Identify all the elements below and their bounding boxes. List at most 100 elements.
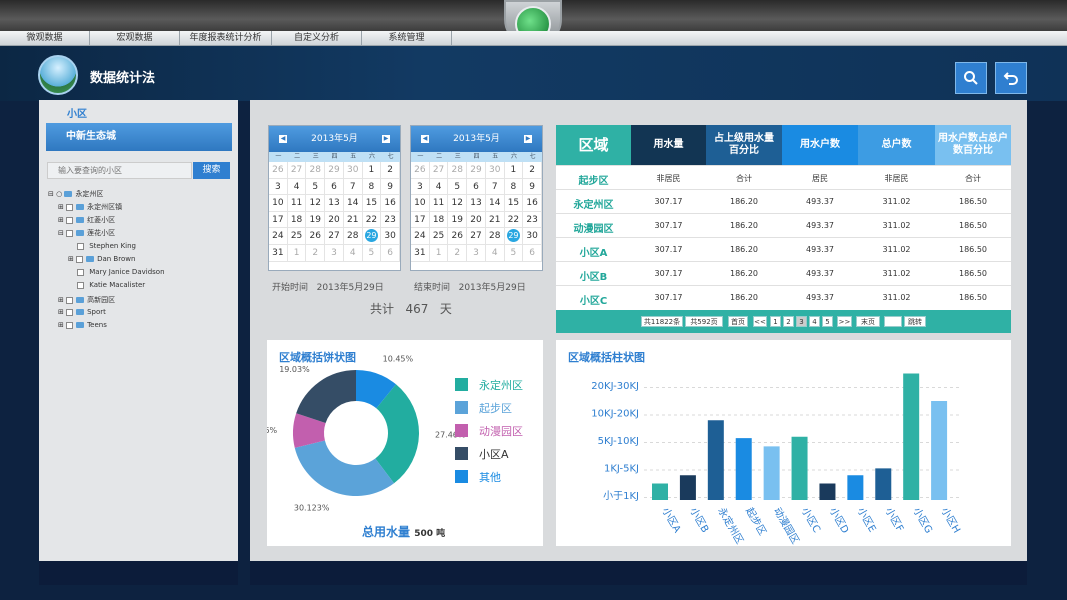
calendar-day[interactable]: 3 [411, 178, 430, 196]
calendar-day[interactable]: 14 [343, 195, 363, 212]
bar-0[interactable] [652, 483, 668, 501]
calendar-day[interactable]: 5 [448, 178, 468, 196]
start-date-calendar[interactable]: ◀ 2013年5月 ▶ 一二三四五六七 26 27 28 29 30 1 2 3 4 5 6 7 8 9 1… [268, 125, 401, 271]
prev-month-button[interactable]: ◀ [421, 135, 429, 143]
calendar-day[interactable]: 9 [523, 178, 542, 196]
calendar-day[interactable]: 25 [429, 228, 449, 245]
calendar-day[interactable]: 30 [381, 228, 400, 245]
calendar-day[interactable]: 17 [411, 211, 430, 229]
calendar-day[interactable]: 25 [287, 228, 307, 245]
calendar-day[interactable]: 17 [269, 211, 288, 229]
calendar-day[interactable]: 7 [485, 178, 505, 196]
tree-node[interactable]: ⊟ ○ 永定州区 [48, 189, 103, 199]
calendar-day[interactable]: 31 [269, 244, 288, 262]
goto-page-input[interactable] [884, 316, 902, 327]
bar-6[interactable] [819, 483, 836, 501]
calendar-day[interactable]: 24 [411, 228, 430, 245]
table-row-label[interactable]: 小区B [556, 268, 631, 283]
checkbox[interactable] [66, 308, 74, 316]
tree-node[interactable]: ⊟ 莲花小区 [58, 228, 115, 238]
page-button[interactable]: 2 [783, 316, 794, 327]
calendar-day[interactable]: 5 [504, 244, 524, 262]
tree-node[interactable]: ⊞ Sport [58, 308, 106, 316]
community-search-input[interactable] [47, 162, 192, 179]
calendar-day[interactable]: 6 [523, 244, 542, 262]
community-search-button[interactable]: 搜索 [193, 162, 230, 179]
nav-item-macro[interactable]: 宏观数据 [90, 31, 180, 46]
calendar-day[interactable]: 1 [504, 162, 524, 179]
calendar-day[interactable]: 1 [362, 162, 382, 179]
calendar-day[interactable]: 23 [381, 211, 400, 229]
sidebar-selected-item[interactable]: 中新生态城 [46, 123, 232, 151]
next-page-button[interactable]: >> [837, 316, 852, 327]
calendar-day[interactable]: 29 [325, 162, 344, 179]
calendar-day[interactable]: 1 [287, 244, 307, 262]
bar-7[interactable] [847, 475, 864, 500]
calendar-day[interactable]: 7 [343, 178, 363, 196]
calendar-day[interactable]: 27 [467, 228, 486, 245]
back-button[interactable] [995, 62, 1027, 94]
calendar-day[interactable]: 13 [325, 195, 344, 212]
calendar-day[interactable]: 28 [306, 162, 326, 179]
tree-node[interactable]: Katie Macalister [77, 281, 145, 289]
calendar-day[interactable]: 26 [306, 228, 326, 245]
calendar-day[interactable]: 12 [306, 195, 326, 212]
calendar-day[interactable]: 18 [429, 211, 449, 229]
calendar-day[interactable]: 19 [306, 211, 326, 229]
calendar-day[interactable]: 27 [287, 162, 307, 179]
page-button[interactable]: 4 [809, 316, 820, 327]
calendar-day[interactable]: 15 [362, 195, 382, 212]
tree-node[interactable]: Mary Janice Davidson [77, 268, 165, 276]
calendar-day[interactable]: 11 [287, 195, 307, 212]
calendar-day[interactable]: 18 [287, 211, 307, 229]
bar-4[interactable] [763, 446, 780, 500]
calendar-day[interactable]: 4 [343, 244, 363, 262]
prev-page-button[interactable]: << [753, 316, 767, 327]
first-page-button[interactable]: 首页 [728, 316, 748, 327]
calendar-day[interactable]: 29 [362, 228, 382, 245]
calendar-day[interactable]: 4 [429, 178, 449, 196]
calendar-day[interactable]: 22 [362, 211, 382, 229]
tree-node[interactable]: ⊞ Dan Brown [68, 255, 135, 263]
tree-node[interactable]: ⊞ 高新园区 [58, 295, 115, 305]
calendar-day[interactable]: 20 [325, 211, 344, 229]
prev-month-button[interactable]: ◀ [279, 135, 287, 143]
search-button[interactable] [955, 62, 987, 94]
last-page-button[interactable]: 末页 [856, 316, 880, 327]
calendar-day[interactable]: 15 [504, 195, 524, 212]
pie-slice-1[interactable] [294, 440, 395, 496]
calendar-day[interactable]: 21 [343, 211, 363, 229]
calendar-day[interactable]: 26 [411, 162, 430, 179]
goto-page-button[interactable]: 跳转 [904, 316, 926, 327]
calendar-day[interactable]: 8 [362, 178, 382, 196]
bar-1[interactable] [679, 475, 696, 500]
nav-item-custom-analysis[interactable]: 自定义分析 [272, 31, 362, 46]
next-month-button[interactable]: ▶ [524, 135, 532, 143]
nav-item-micro[interactable]: 微观数据 [0, 31, 90, 46]
calendar-day[interactable]: 16 [523, 195, 542, 212]
bar-9[interactable] [903, 373, 920, 501]
tree-node[interactable]: ⊞ Teens [58, 321, 107, 329]
bar-10[interactable] [931, 401, 948, 500]
calendar-day[interactable]: 27 [429, 162, 449, 179]
calendar-day[interactable]: 27 [325, 228, 344, 245]
next-month-button[interactable]: ▶ [382, 135, 390, 143]
bar-5[interactable] [791, 436, 808, 500]
calendar-day[interactable]: 29 [504, 228, 524, 245]
calendar-day[interactable]: 2 [523, 162, 542, 179]
pie-slice-3[interactable] [296, 370, 356, 423]
checkbox[interactable] [66, 229, 74, 237]
calendar-day[interactable]: 30 [523, 228, 542, 245]
calendar-day[interactable]: 31 [411, 244, 430, 262]
calendar-day[interactable]: 8 [504, 178, 524, 196]
checkbox[interactable] [77, 268, 84, 276]
end-date-calendar[interactable]: ◀ 2013年5月 ▶ 一二三四五六七 26 27 28 29 30 1 2 3 4 5 6 7 8 9 1… [410, 125, 543, 271]
bar-3[interactable] [735, 438, 752, 500]
calendar-day[interactable]: 28 [448, 162, 468, 179]
calendar-day[interactable]: 6 [467, 178, 486, 196]
page-button[interactable]: 1 [770, 316, 781, 327]
tree-node[interactable]: ⊞ 永定州区镇 [58, 202, 122, 212]
calendar-day[interactable]: 9 [381, 178, 400, 196]
calendar-day[interactable]: 26 [269, 162, 288, 179]
table-row-label[interactable]: 动漫园区 [556, 220, 631, 235]
